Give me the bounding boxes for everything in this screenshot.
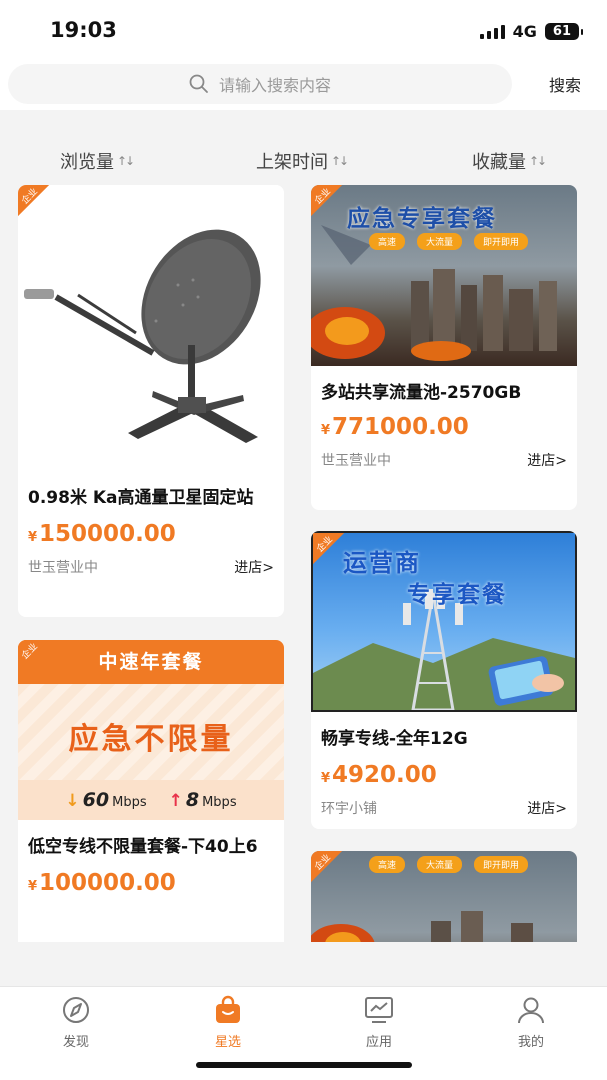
sort-label: 浏览量 [60, 152, 114, 173]
tab-label: 我的 [517, 1035, 544, 1050]
status-bar: 19:03 4G 61 [0, 0, 607, 62]
tab-apps[interactable]: 应用 [339, 995, 419, 1050]
currency-symbol: ¥ [28, 879, 38, 894]
tab-discover[interactable]: 发现 [36, 995, 116, 1050]
sort-arrows-icon: ↑↓ [117, 154, 135, 168]
sort-by-listing-time[interactable]: 上架时间 ↑↓ [256, 148, 349, 174]
home-indicator [196, 1062, 412, 1068]
tab-star-select[interactable]: 星选 [188, 995, 268, 1050]
search-bar: 请输入搜索内容 搜索 [0, 60, 607, 110]
enterprise-tag: 企业 [311, 185, 355, 229]
download-speed: ↓ 60 Mbps [65, 789, 147, 811]
banner-headline-2: 专享套餐 [407, 582, 507, 608]
search-input[interactable]: 请输入搜索内容 [8, 64, 512, 104]
product-price: ¥ 4920.00 [311, 762, 577, 788]
product-card[interactable]: 企业 运营商 专享套餐 畅享专线-全年12G ¥ 4920.00 环宇小铺 进店… [311, 531, 577, 829]
down-arrow-icon: ↓ [65, 791, 80, 811]
banner-chip: 即开即用 [474, 233, 529, 250]
shop-name: 世玉营业中 [28, 560, 98, 576]
shop-name: 世玉营业中 [321, 453, 391, 469]
status-time: 19:03 [50, 18, 117, 42]
sort-arrows-icon: ↑↓ [529, 154, 547, 168]
search-button[interactable]: 搜索 [549, 72, 581, 96]
product-image: 企业 应急专享套餐 高速 大流量 即开即用 [311, 185, 577, 366]
sort-by-views[interactable]: 浏览量 ↑↓ [60, 148, 135, 174]
product-card[interactable]: 企业 中速年套餐 应急不限量 ↓ 60 Mbps ↑ 8 Mbps 低空专线不限… [18, 640, 284, 942]
compass-icon [63, 997, 89, 1023]
product-image: 企业 [18, 185, 284, 475]
sort-label: 收藏量 [472, 152, 526, 173]
enterprise-tag: 企业 [313, 533, 357, 577]
product-image: 企业 中速年套餐 应急不限量 ↓ 60 Mbps ↑ 8 Mbps [18, 640, 284, 820]
tab-label: 发现 [62, 1035, 89, 1050]
tab-label: 应用 [365, 1035, 392, 1050]
signal-icon [479, 24, 505, 39]
product-title: 0.98米 Ka高通量卫星固定站 [28, 488, 254, 508]
product-card[interactable]: 企业 0.98米 Ka高通量卫星固定站 ¥ 150000.00 世玉营业中 进店… [18, 185, 284, 617]
tab-label: 星选 [214, 1035, 241, 1050]
product-price: ¥ 150000.00 [18, 521, 284, 547]
enterprise-tag: 企业 [18, 640, 62, 684]
banner-chip: 高速 [369, 856, 406, 873]
banner-chips: 高速 大流量 即开即用 [369, 233, 529, 250]
enter-shop-link[interactable]: 进店> [527, 450, 567, 470]
price-value: 4920.00 [332, 762, 437, 788]
sort-arrows-icon: ↑↓ [331, 154, 349, 168]
price-value: 100000.00 [39, 870, 176, 896]
enterprise-tag: 企业 [311, 851, 355, 895]
banner-chip: 即开即用 [474, 856, 529, 873]
banner-chip: 大流量 [417, 233, 463, 250]
speed-row: ↓ 60 Mbps ↑ 8 Mbps [18, 780, 284, 820]
product-card[interactable]: 企业 高速 大流量 即开即用 [311, 851, 577, 942]
status-indicators: 4G 61 [479, 22, 584, 41]
banner-chip: 大流量 [417, 856, 463, 873]
shopping-bag-icon [216, 995, 240, 1023]
search-placeholder: 请输入搜索内容 [218, 76, 331, 95]
product-title: 畅享专线-全年12G [321, 729, 468, 749]
banner-chip: 高速 [369, 233, 406, 250]
product-title: 低空专线不限量套餐-下40上6 [28, 837, 258, 857]
product-price: ¥ 771000.00 [311, 414, 577, 440]
tab-mine[interactable]: 我的 [491, 995, 571, 1050]
search-icon [189, 74, 208, 93]
sort-bar: 浏览量 ↑↓ 上架时间 ↑↓ 收藏量 ↑↓ [0, 148, 607, 180]
enter-shop-link[interactable]: 进店> [527, 798, 567, 818]
currency-symbol: ¥ [28, 530, 38, 545]
network-type: 4G [512, 22, 537, 41]
product-card[interactable]: 企业 应急专享套餐 高速 大流量 即开即用 多站共享流量池-2570GB ¥ 7… [311, 185, 577, 510]
user-icon [518, 997, 544, 1024]
product-price: ¥ 100000.00 [18, 870, 284, 896]
shop-name: 环宇小铺 [321, 801, 377, 817]
upload-speed: ↑ 8 Mbps [168, 789, 237, 811]
sort-by-favorites[interactable]: 收藏量 ↑↓ [472, 148, 547, 174]
enter-shop-link[interactable]: 进店> [234, 557, 274, 577]
product-title: 多站共享流量池-2570GB [321, 383, 522, 403]
currency-symbol: ¥ [321, 771, 331, 786]
banner-headline: 应急专享套餐 [347, 206, 497, 232]
enterprise-tag: 企业 [18, 185, 62, 229]
price-value: 150000.00 [39, 521, 176, 547]
product-image: 企业 运营商 专享套餐 [311, 531, 577, 712]
monitor-chart-icon [365, 997, 393, 1023]
sort-label: 上架时间 [256, 152, 328, 173]
product-grid: 企业 0.98米 Ka高通量卫星固定站 ¥ 150000.00 世玉营业中 进店… [0, 185, 607, 942]
banner-headline: 应急不限量 [68, 722, 234, 757]
up-arrow-icon: ↑ [168, 791, 183, 811]
banner-chips: 高速 大流量 即开即用 [369, 856, 529, 873]
price-value: 771000.00 [332, 414, 469, 440]
product-image: 企业 高速 大流量 即开即用 [311, 851, 577, 942]
currency-symbol: ¥ [321, 423, 331, 438]
battery-icon: 61 [544, 23, 584, 40]
